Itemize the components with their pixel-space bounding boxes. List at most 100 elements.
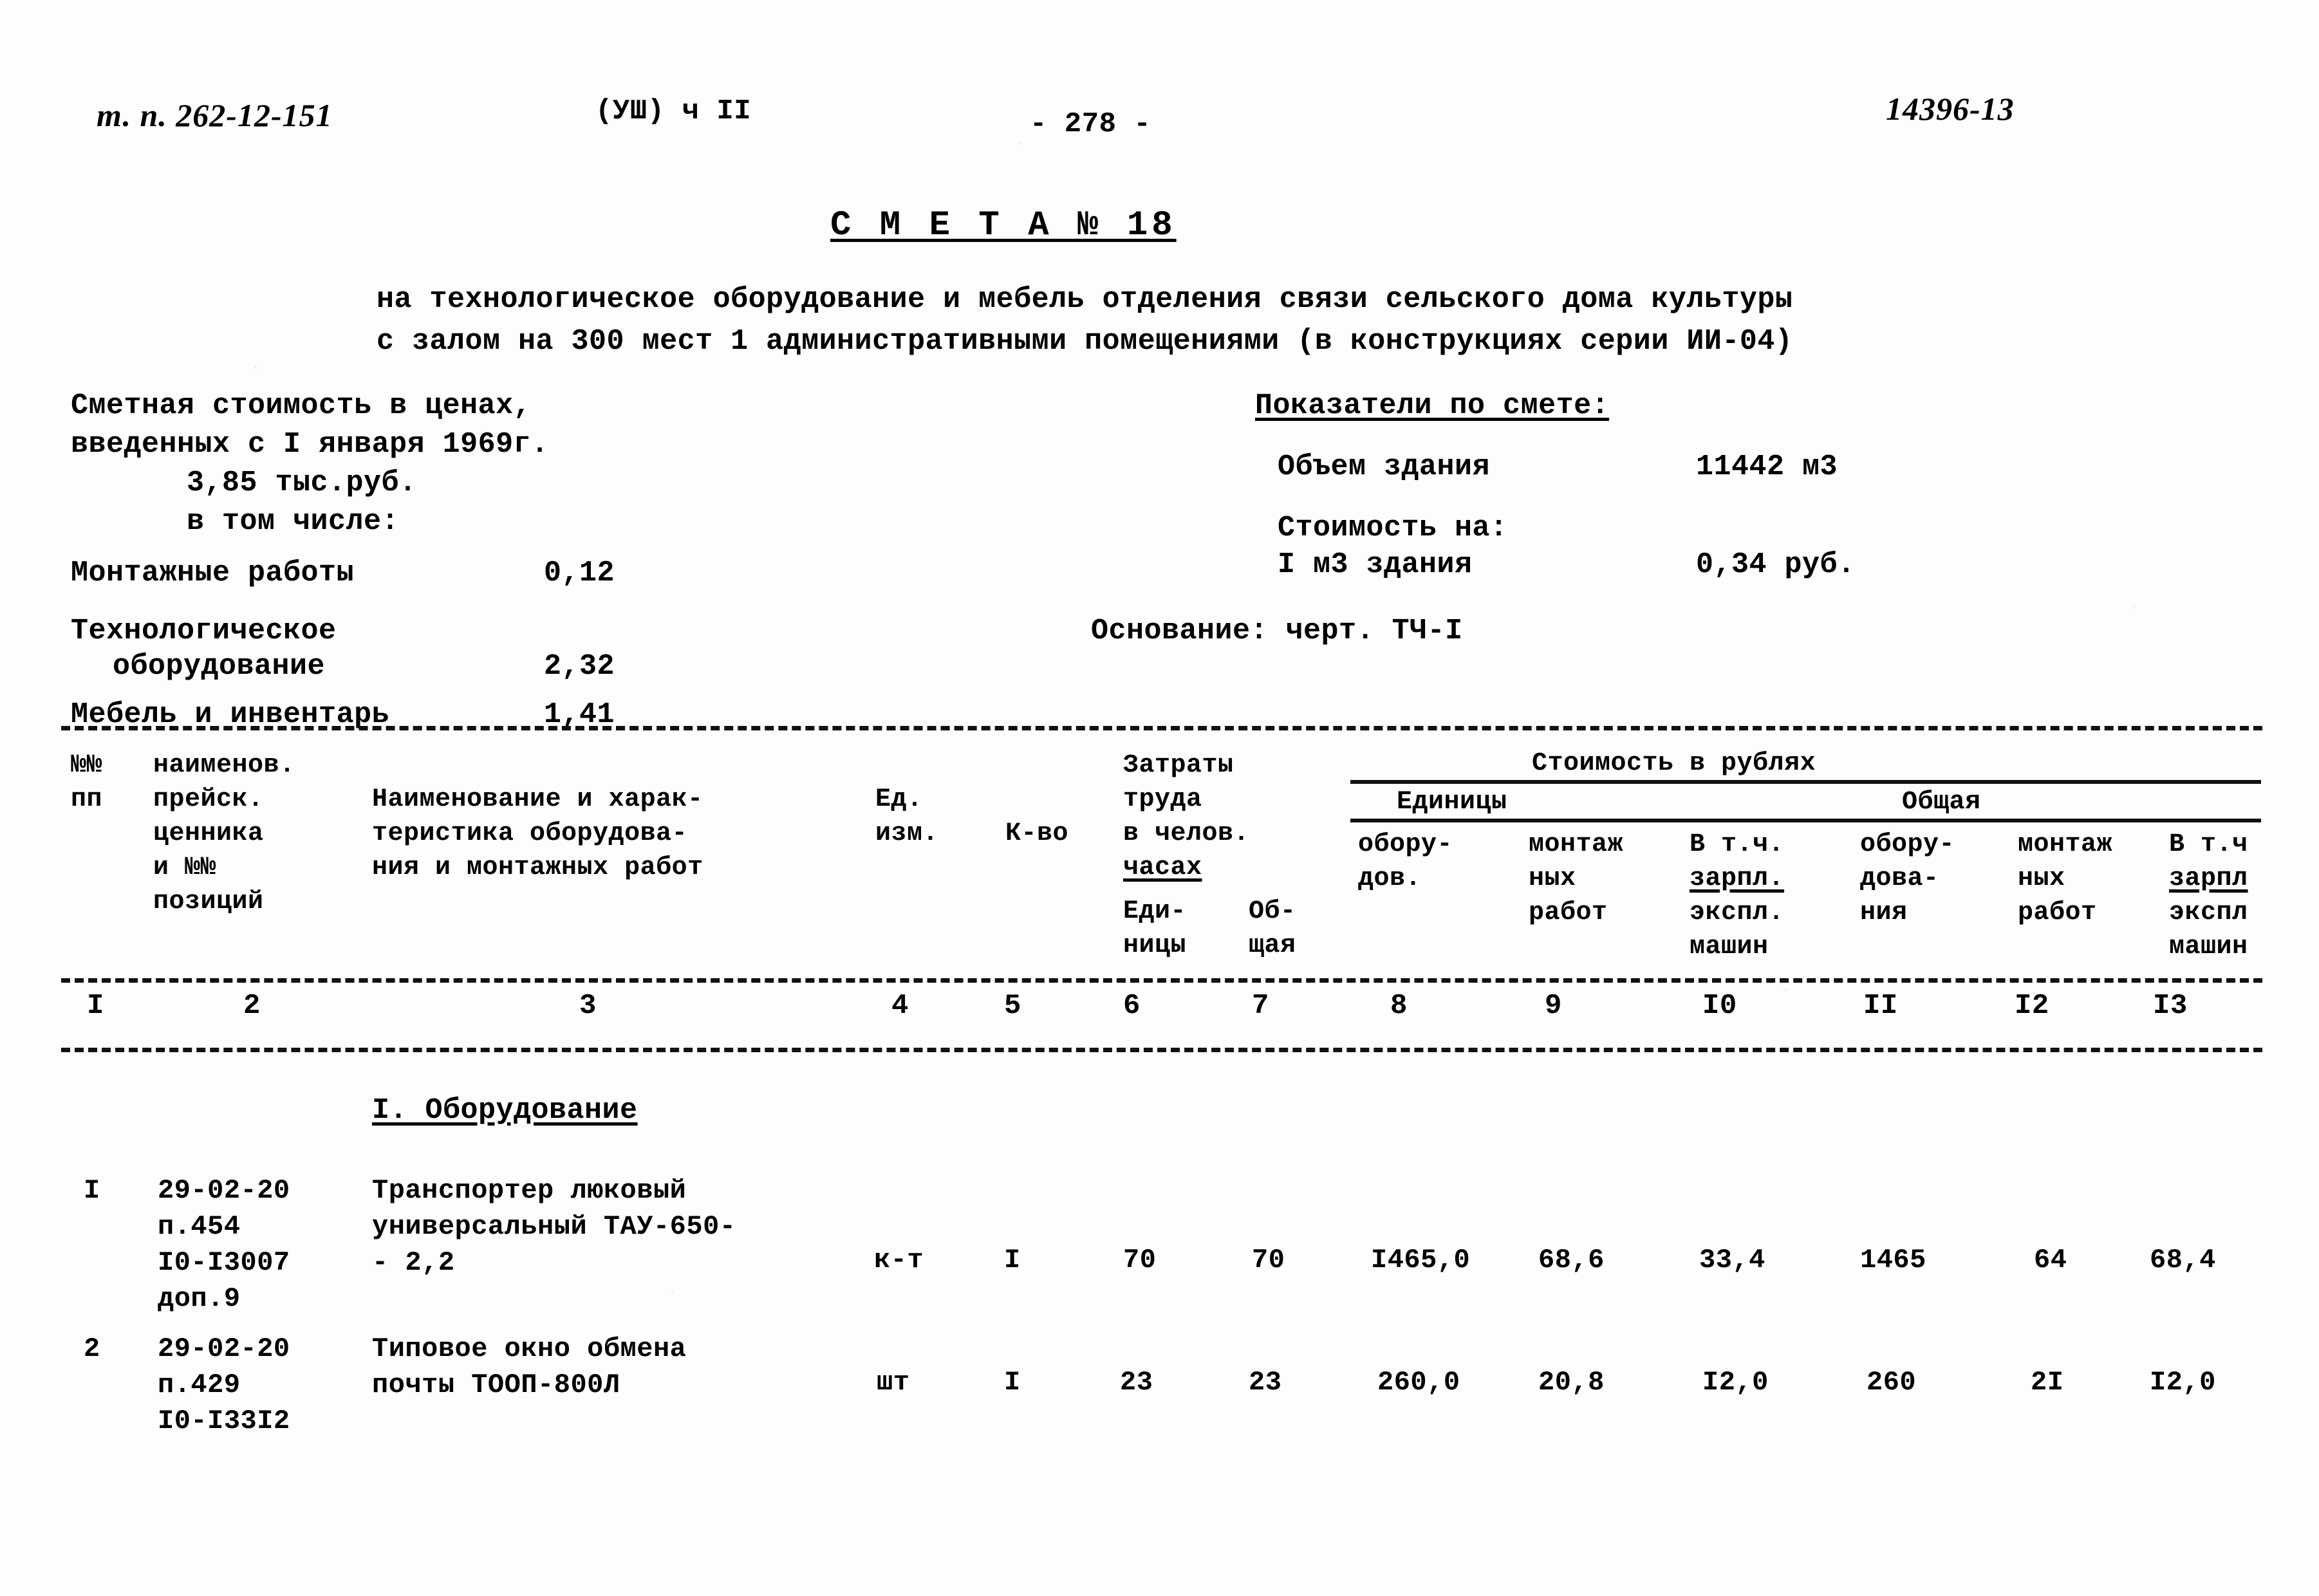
row1-unit: к-т — [874, 1245, 924, 1276]
row2-labor-total: 23 — [1249, 1367, 1282, 1398]
row2-cost-total-equip: 260 — [1867, 1367, 1917, 1398]
cost-summary-heading-1: Сметная стоимость в ценах, — [71, 389, 532, 422]
row2-cost-total-wages: I2,0 — [2150, 1367, 2216, 1398]
section-heading-equipment: I. Оборудование — [372, 1094, 638, 1127]
volume-mark: (УШ) ч II — [595, 95, 752, 127]
indicators-heading: Показатели по смете: — [1255, 389, 1610, 422]
th-col9-line3: работ — [1529, 898, 1608, 927]
th-labor-line3: в челов. — [1123, 819, 1250, 848]
colnum-2: 2 — [243, 990, 261, 1022]
th-col6-line2: ницы — [1123, 931, 1187, 960]
th-col1-line1: №№ — [71, 751, 103, 780]
colnum-4: 4 — [891, 990, 909, 1022]
th-col10-line2: зарпл. — [1690, 864, 1785, 893]
th-col1-line2: пп — [71, 785, 103, 814]
table-top-border — [61, 726, 2262, 730]
row2-description-line2: почты ТООП-800Л — [372, 1369, 620, 1400]
row2-cost-unit-install: 20,8 — [1538, 1367, 1605, 1398]
th-col3-line3: ния и монтажных работ — [372, 853, 703, 882]
row2-unit: шт — [877, 1367, 910, 1398]
row2-priceref-line1: 29-02-20 — [158, 1333, 290, 1364]
th-col11-line1: обору- — [1860, 830, 1955, 859]
th-labor-line2: труда — [1123, 785, 1202, 814]
th-col13-line4: машин — [2169, 933, 2248, 961]
row1-priceref-line2: п.454 — [158, 1211, 241, 1242]
row1-description-line2: универсальный ТАУ-650- — [372, 1211, 736, 1242]
th-col2-line4: и №№ — [153, 853, 217, 882]
th-col4-line1: Ед. — [875, 785, 923, 814]
row2-priceref-line3: I0-I33I2 — [158, 1406, 290, 1436]
document-page: т. п. 262-12-151 (УШ) ч II - 278 - 14396… — [0, 0, 2319, 1596]
subtitle-line-2: с залом на 300 мест 1 административными … — [377, 325, 1793, 358]
table-colnum-divider — [61, 1048, 2262, 1052]
row1-priceref-line1: 29-02-20 — [158, 1175, 290, 1206]
th-col8-line1: обору- — [1358, 830, 1453, 859]
row1-labor-unit: 70 — [1123, 1245, 1157, 1276]
colnum-9: 9 — [1545, 990, 1562, 1022]
th-col9-line2: ных — [1529, 864, 1576, 893]
row2-no: 2 — [84, 1333, 100, 1364]
th-total-group: Общая — [1902, 788, 1981, 817]
th-col8-line2: дов. — [1358, 864, 1422, 893]
cost-item-value-tech: 2,32 — [544, 650, 615, 683]
indicator-value-volume: 11442 м3 — [1696, 450, 1838, 483]
th-col13-line2: зарпл — [2169, 864, 2248, 893]
colnum-6: 6 — [1123, 990, 1141, 1022]
cost-summary-breakdown-label: в том числе: — [187, 505, 400, 538]
row2-qty: I — [1004, 1367, 1021, 1398]
th-col7-line1: Об- — [1249, 897, 1296, 926]
th-col13-line3: экспл — [2169, 898, 2248, 927]
row1-cost-total-equip: 1465 — [1860, 1245, 1926, 1276]
th-labor-line1: Затраты — [1123, 751, 1234, 780]
indicator-value-cost-per: 0,34 руб. — [1696, 548, 1856, 581]
th-col2-line2: прейск. — [153, 785, 264, 814]
colnum-12: I2 — [2015, 990, 2049, 1022]
row2-cost-unit-wages: I2,0 — [1702, 1367, 1769, 1398]
th-col9-line1: монтаж — [1529, 830, 1624, 859]
page-title: С М Е Т А № 18 — [830, 206, 1177, 245]
indicator-basis: Основание: черт. ТЧ-I — [1091, 615, 1463, 647]
th-col7-line2: щая — [1249, 931, 1296, 960]
th-col3-line2: теристика оборудова- — [372, 819, 688, 848]
th-col2-line3: ценника — [153, 819, 264, 848]
document-code: т. п. 262-12-151 — [97, 97, 333, 133]
page-number: - 278 - — [1030, 108, 1151, 140]
cost-summary-total: 3,85 тыс.руб. — [187, 467, 417, 499]
row1-qty: I — [1004, 1245, 1021, 1276]
th-labor-line4: часах — [1123, 853, 1202, 882]
cost-item-label-montazh: Монтажные работы — [71, 557, 355, 589]
th-col2-line5: позиций — [153, 887, 264, 916]
handwritten-archive-number: 14396-13 — [1886, 91, 2015, 127]
row1-cost-unit-wages: 33,4 — [1699, 1245, 1765, 1276]
indicator-label-cost-per-2: I м3 здания — [1278, 548, 1473, 581]
th-col12-line1: монтаж — [2018, 830, 2113, 859]
th-cost-group: Стоимость в рублях — [1532, 749, 1816, 778]
row1-cost-total-wages: 68,4 — [2150, 1245, 2216, 1276]
cost-group-rule — [1350, 780, 2261, 784]
colnum-10: I0 — [1702, 990, 1737, 1022]
indicator-label-volume: Объем здания — [1278, 450, 1491, 483]
th-col11-line3: ния — [1860, 898, 1908, 927]
row2-labor-unit: 23 — [1120, 1367, 1153, 1398]
th-col12-line2: ных — [2018, 864, 2065, 893]
colnum-1: I — [87, 990, 104, 1022]
table-header-divider — [61, 978, 2262, 983]
colnum-3: 3 — [579, 990, 597, 1022]
colnum-7: 7 — [1252, 990, 1269, 1022]
subtitle-line-1: на технологическое оборудование и мебель… — [377, 283, 1793, 316]
row1-cost-total-install: 64 — [2034, 1245, 2067, 1276]
row1-cost-unit-install: 68,6 — [1538, 1245, 1605, 1276]
th-col4-line2: изм. — [875, 819, 939, 848]
row1-description-line1: Транспортер люковый — [372, 1175, 687, 1206]
th-col3-line1: Наименование и харак- — [372, 785, 703, 814]
row2-cost-unit-equip: 260,0 — [1377, 1367, 1460, 1398]
row1-priceref-line3: I0-I3007 — [158, 1247, 290, 1278]
colnum-5: 5 — [1004, 990, 1021, 1022]
th-col10-line1: В т.ч. — [1690, 830, 1785, 859]
th-unit-group: Единицы — [1397, 788, 1507, 817]
row1-labor-total: 70 — [1252, 1245, 1285, 1276]
cost-summary-heading-2: введенных с I января 1969г. — [71, 428, 549, 461]
th-col12-line3: работ — [2018, 898, 2097, 927]
row2-cost-total-install: 2I — [2031, 1367, 2064, 1398]
unit-total-group-rule — [1350, 819, 2261, 822]
